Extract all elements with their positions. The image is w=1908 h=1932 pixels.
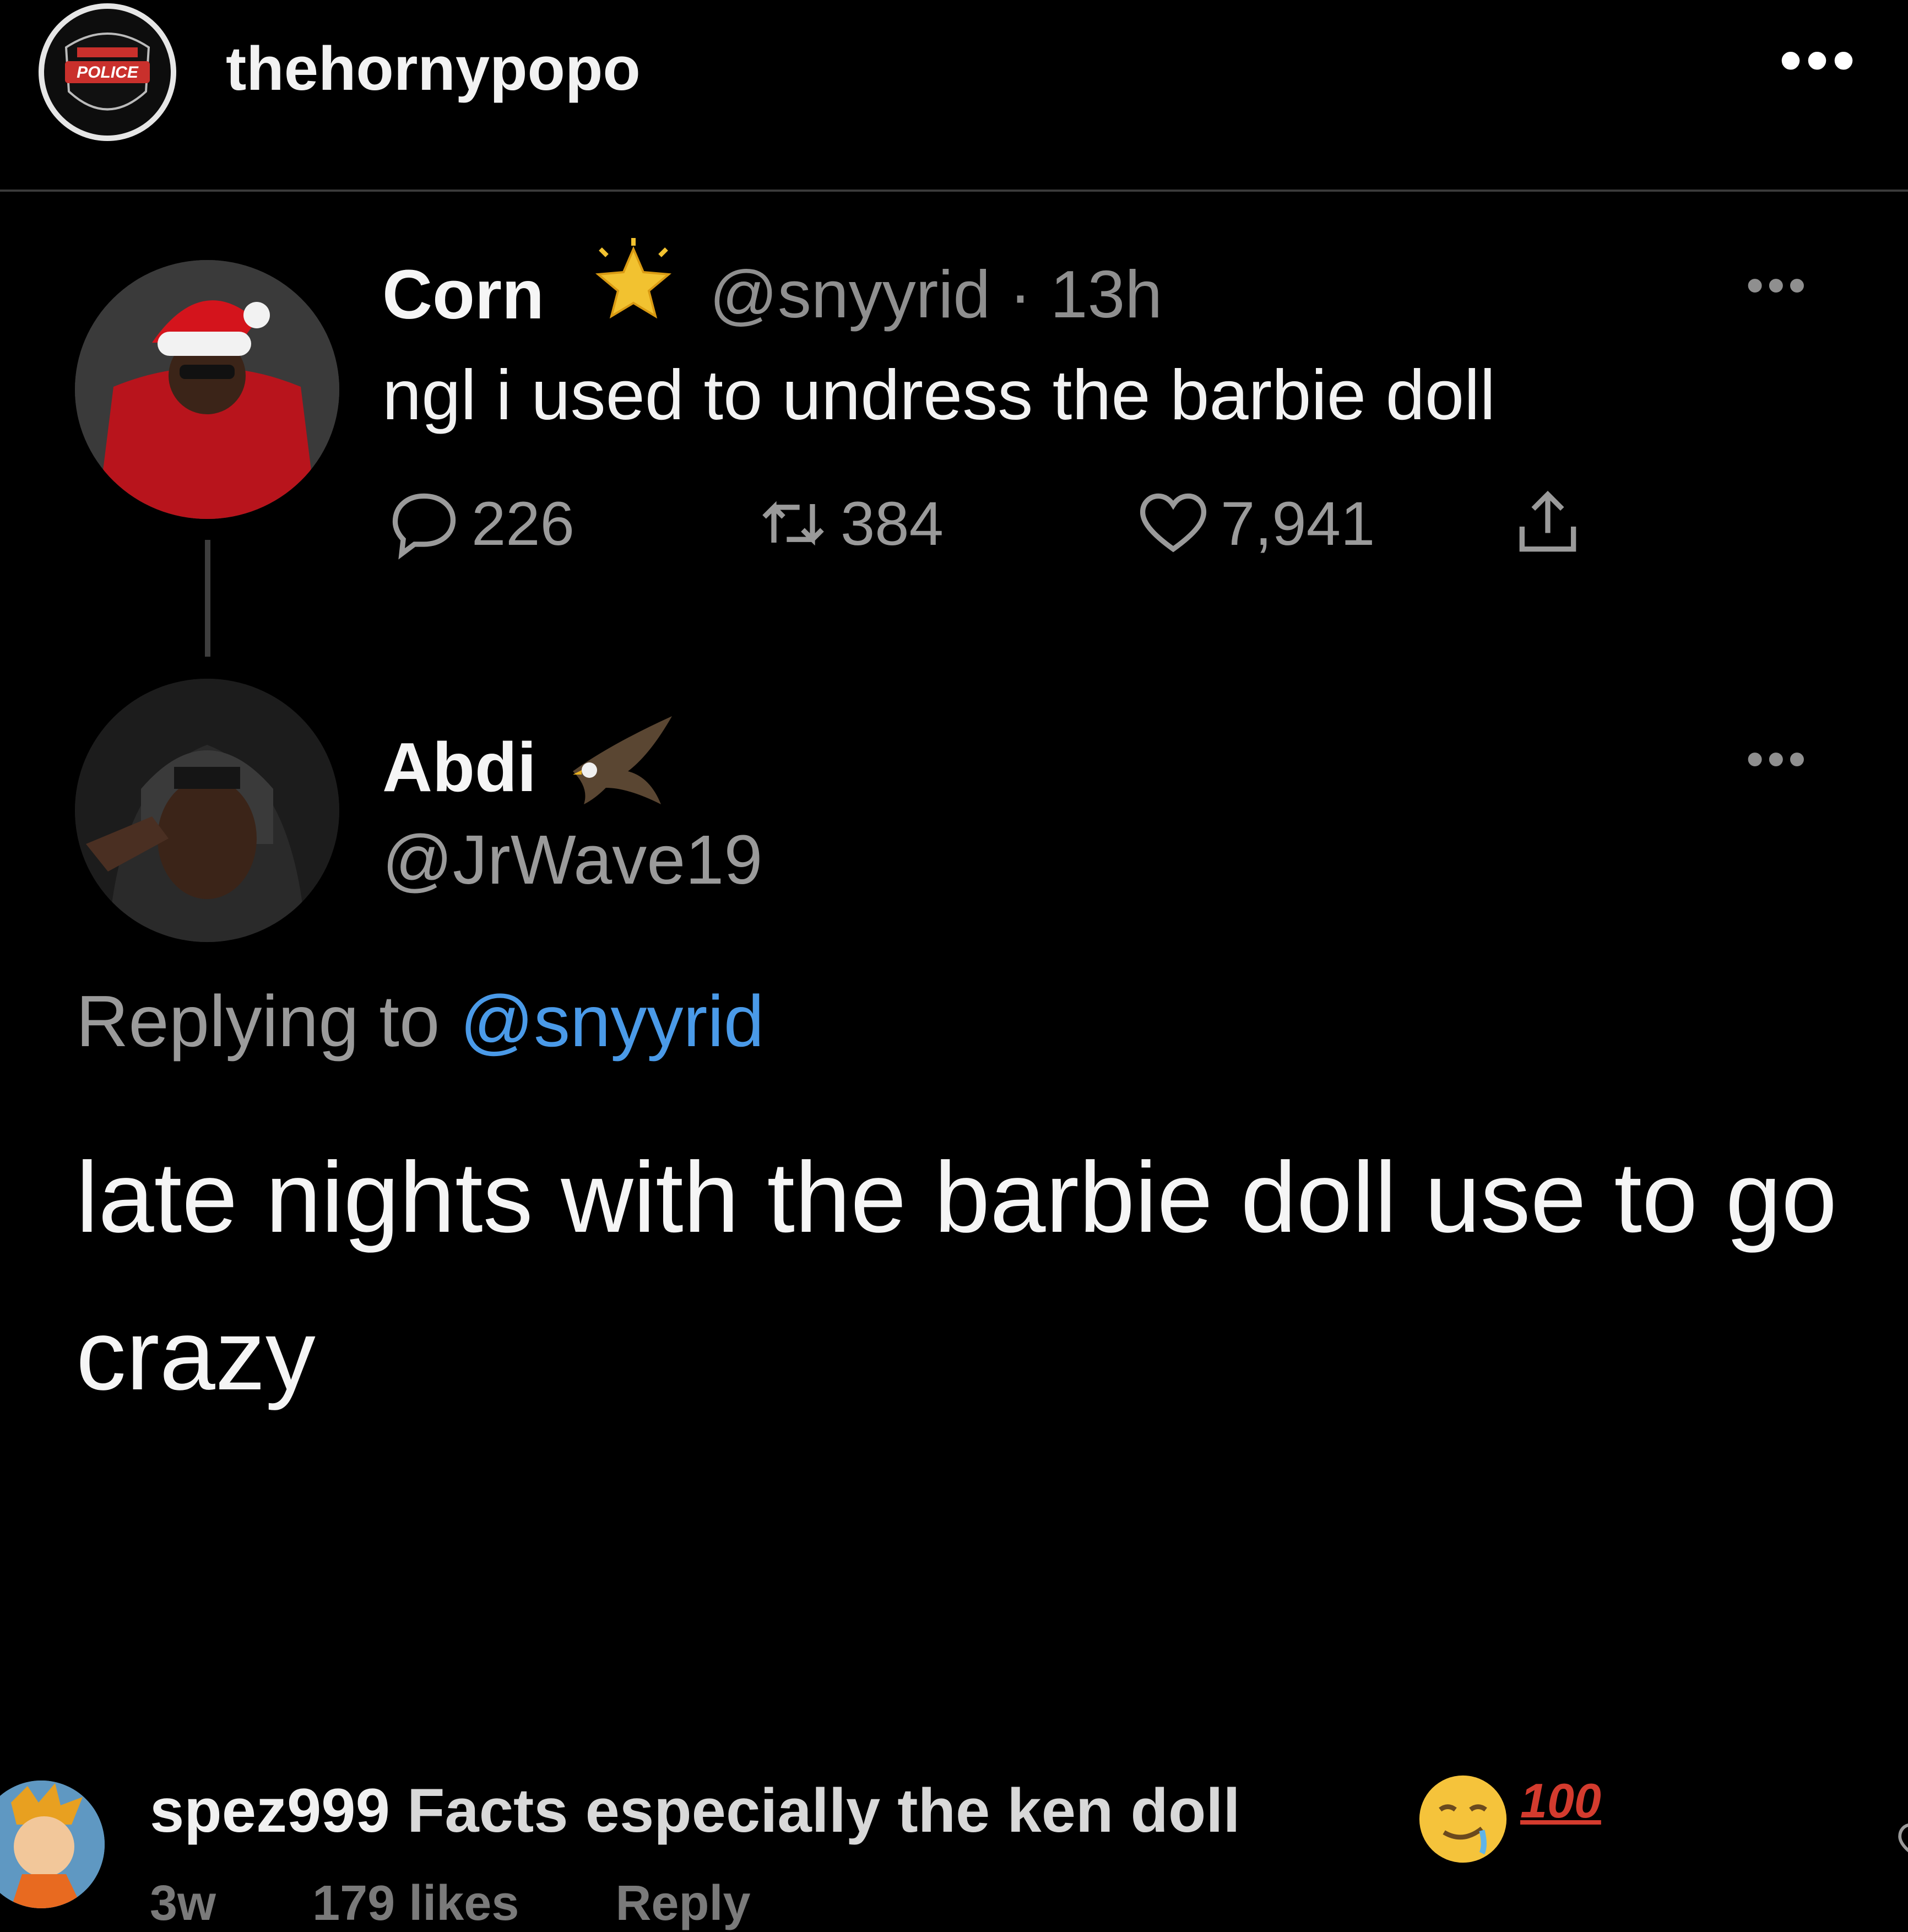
police-badge-icon: POLICE bbox=[64, 33, 150, 111]
comment-meta: 3w 179 likes Reply bbox=[150, 1875, 833, 1932]
tweet2-more-icon[interactable]: ••• bbox=[1746, 730, 1809, 788]
tweet1-reply-count: 226 bbox=[471, 489, 574, 558]
star-icon bbox=[595, 238, 672, 319]
tweet2-replying-to: Replying to @snyyrid bbox=[76, 979, 764, 1063]
comment-age: 3w bbox=[150, 1876, 216, 1931]
tweet2-avatar[interactable] bbox=[75, 679, 339, 942]
header-username[interactable]: thehornypopo bbox=[226, 33, 641, 104]
tweet1-handle-time[interactable]: @snyyrid · 13h bbox=[709, 256, 1162, 333]
header-more-icon[interactable]: ••• bbox=[1779, 22, 1858, 98]
comment-avatar[interactable] bbox=[0, 1781, 105, 1908]
eagle-icon bbox=[573, 716, 672, 804]
tweet1-display-name[interactable]: Corn bbox=[382, 255, 544, 334]
drooling-face-emoji-icon bbox=[1419, 1775, 1507, 1863]
comment-username[interactable]: spez999 bbox=[150, 1776, 390, 1845]
tweet1-share-button[interactable] bbox=[1509, 485, 1595, 562]
share-icon bbox=[1519, 490, 1576, 552]
retweet-icon bbox=[762, 501, 824, 546]
replying-handle-link[interactable]: @snyyrid bbox=[460, 981, 764, 1062]
tweet1-retweet-button[interactable]: 384 bbox=[755, 485, 944, 562]
hundred-points-icon: 100 bbox=[1520, 1773, 1601, 1828]
tweet2-handle[interactable]: @JrWave19 bbox=[382, 820, 762, 900]
heart-icon bbox=[1140, 493, 1207, 553]
tweet1-like-button[interactable]: 7,941 bbox=[1135, 485, 1375, 562]
tweet1-retweet-count: 384 bbox=[841, 489, 944, 558]
replying-prefix: Replying to bbox=[76, 981, 440, 1062]
tweet1-like-count: 7,941 bbox=[1221, 489, 1375, 558]
comment-likes[interactable]: 179 likes bbox=[312, 1876, 519, 1931]
header-divider bbox=[0, 190, 1908, 192]
tweet2-text: late nights with the barbie doll use to … bbox=[76, 1141, 1837, 1411]
svg-text:POLICE: POLICE bbox=[77, 63, 139, 82]
comment-text: Facts especially the ken doll bbox=[406, 1776, 1240, 1845]
comment-line: spez999 Facts especially the ken doll bbox=[150, 1775, 1240, 1846]
tweet1-text: ngl i used to undress the barbie doll bbox=[382, 356, 1495, 435]
comment-reply-button[interactable]: Reply bbox=[615, 1876, 750, 1931]
header-avatar[interactable]: POLICE bbox=[39, 3, 176, 141]
tweet1-more-icon[interactable]: ••• bbox=[1746, 257, 1809, 315]
tweet1-reply-button[interactable]: 226 bbox=[386, 485, 574, 562]
thread-line bbox=[205, 540, 210, 657]
tweet1-avatar[interactable] bbox=[75, 260, 339, 519]
reply-icon bbox=[392, 493, 456, 560]
tweet2-display-name[interactable]: Abdi bbox=[382, 727, 536, 807]
comment-like-icon[interactable] bbox=[1884, 1818, 1908, 1868]
